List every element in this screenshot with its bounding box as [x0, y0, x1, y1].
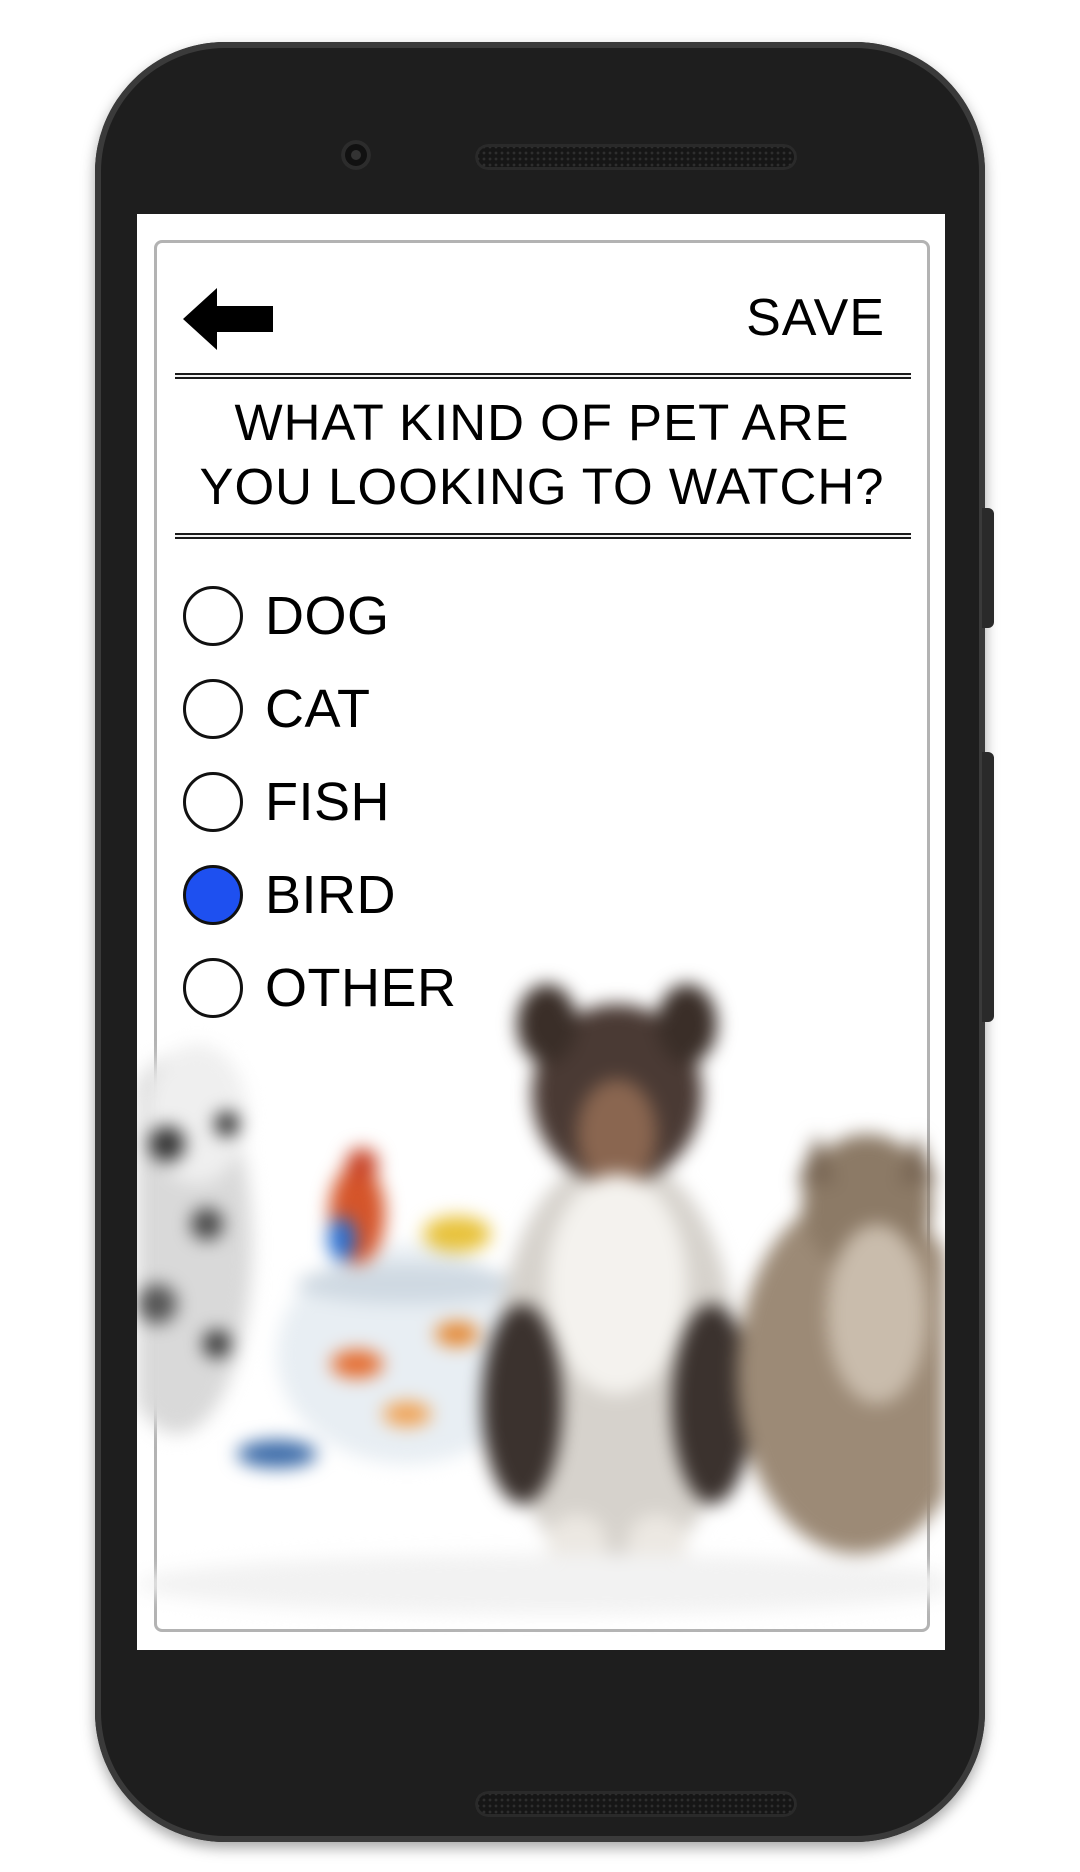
save-button[interactable]: SAVE	[746, 288, 885, 348]
question-text: WHAT KIND OF PET ARE YOU LOOKING TO WATC…	[167, 391, 917, 519]
option-fish[interactable]: FISH	[183, 755, 457, 848]
radio-button-dog[interactable]	[183, 585, 243, 646]
question-line-2: YOU LOOKING TO WATCH?	[199, 458, 885, 515]
radio-button-cat[interactable]	[183, 678, 243, 739]
question-line-1: WHAT KIND OF PET ARE	[234, 394, 850, 451]
option-label-bird: BIRD	[265, 864, 397, 925]
phone-screen: SAVE WHAT KIND OF PET ARE YOU LOOKING TO…	[137, 214, 945, 1650]
power-button	[982, 508, 994, 628]
arrow-left-icon	[183, 288, 273, 350]
question-divider	[175, 533, 911, 539]
option-dog[interactable]: DOG	[183, 569, 457, 662]
radio-button-fish[interactable]	[183, 771, 243, 832]
option-label-cat: CAT	[265, 678, 371, 739]
header-divider	[175, 373, 911, 379]
blurred-pets-background-image	[137, 984, 945, 1614]
front-camera	[341, 140, 371, 170]
option-label-dog: DOG	[265, 585, 390, 646]
top-speaker-grille	[475, 144, 797, 170]
back-button[interactable]	[183, 286, 273, 352]
option-label-fish: FISH	[265, 771, 391, 832]
radio-button-bird[interactable]	[183, 864, 243, 925]
bottom-speaker-grille	[475, 1791, 797, 1817]
option-cat[interactable]: CAT	[183, 662, 457, 755]
pet-type-radio-group: DOG CAT FISH BIRD OTHER	[183, 569, 457, 1034]
option-bird[interactable]: BIRD	[183, 848, 457, 941]
volume-button	[982, 752, 994, 1022]
